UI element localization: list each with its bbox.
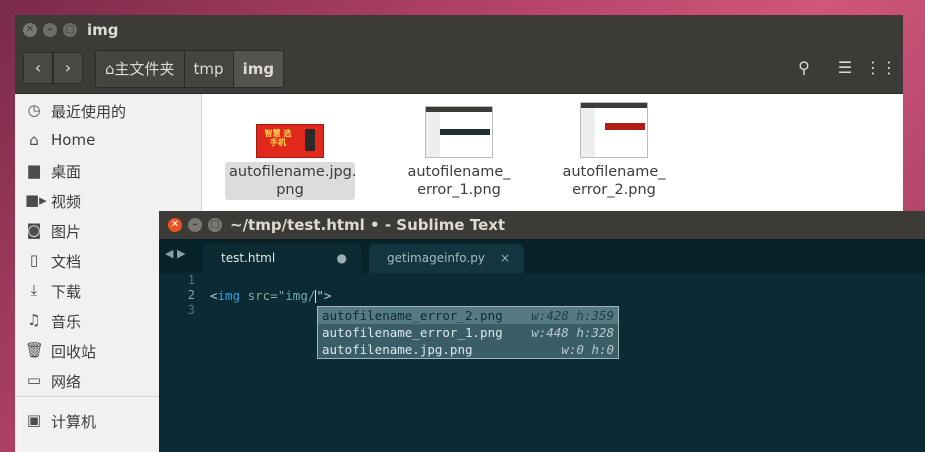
sidebar-item-home[interactable]: ⌂ Home: [15, 126, 201, 156]
breadcrumb: ⌂主文件夹 tmp img: [95, 50, 285, 88]
network-icon: ▭: [26, 371, 42, 389]
autocomplete-popup: autofilename_error_2.png w:428 h:359 aut…: [317, 306, 619, 359]
line-number: 3: [187, 303, 195, 317]
file-name: autofilename.jpg. png: [225, 162, 357, 200]
autocomplete-item[interactable]: autofilename_error_1.png w:448 h:328: [318, 324, 618, 341]
file-name: autofilename_ error_2.png: [562, 164, 666, 198]
file-thumbnail: [580, 102, 648, 158]
close-tab-icon[interactable]: ×: [500, 244, 510, 273]
list-view-icon[interactable]: ☰: [830, 52, 860, 84]
trash-icon: 🗑: [25, 341, 45, 359]
line-gutter: 1 2 3: [159, 273, 195, 452]
camera-icon: ◙: [26, 221, 42, 239]
breadcrumb-tmp[interactable]: tmp: [184, 51, 234, 87]
thumb-text: 智慧 选手机: [264, 129, 292, 147]
line-number: 2: [187, 288, 195, 302]
tab-getimageinfo-py[interactable]: getimageinfo.py ×: [369, 244, 524, 273]
video-icon: ■▸: [25, 191, 47, 209]
clock-icon: ◷: [27, 101, 41, 119]
minimize-icon[interactable]: –: [188, 218, 202, 232]
file-item[interactable]: 智慧 选手机 autofilename.jpg. png: [225, 124, 357, 200]
tab-test-html[interactable]: test.html ●: [203, 244, 361, 273]
sidebar-item-recent[interactable]: ◷ 最近使用的: [15, 96, 201, 126]
music-icon: ♫: [27, 311, 41, 329]
maximize-icon[interactable]: □: [208, 218, 222, 232]
maximize-icon[interactable]: □: [63, 23, 77, 37]
breadcrumb-home[interactable]: ⌂主文件夹: [96, 51, 185, 87]
file-item[interactable]: autofilename_ error_2.png: [549, 102, 679, 200]
sublime-titlebar: ✕ – □ ~/tmp/test.html • - Sublime Text: [159, 211, 925, 239]
breadcrumb-img[interactable]: img: [233, 51, 284, 87]
toolbar: ‹ › ⌂主文件夹 tmp img ⚲ ☰ ⋮⋮: [15, 45, 903, 94]
minimize-icon[interactable]: –: [43, 23, 57, 37]
grid-view-icon[interactable]: ⋮⋮: [865, 52, 897, 84]
home-icon: ⌂: [29, 131, 39, 149]
forward-button[interactable]: ›: [53, 52, 83, 84]
autocomplete-item[interactable]: autofilename.jpg.png w:0 h:0: [318, 341, 618, 358]
file-thumbnail: 智慧 选手机: [256, 124, 324, 158]
desktop-folder-icon: ▆: [28, 161, 40, 179]
code-line: <img src="img/">: [210, 288, 332, 303]
window-title: ~/tmp/test.html • - Sublime Text: [230, 216, 506, 234]
sublime-window: ✕ – □ ~/tmp/test.html • - Sublime Text ◀…: [159, 211, 925, 452]
tab-bar: ◀ ▶ test.html ● getimageinfo.py ×: [159, 239, 925, 273]
tab-scroll-arrows[interactable]: ◀ ▶: [165, 247, 185, 260]
home-icon: ⌂: [105, 60, 115, 78]
line-number: 1: [187, 273, 195, 287]
computer-icon: ▣: [26, 411, 42, 429]
download-icon: ⤓: [30, 281, 38, 299]
close-icon[interactable]: ✕: [23, 23, 37, 37]
search-icon[interactable]: ⚲: [789, 52, 819, 84]
autocomplete-item[interactable]: autofilename_error_2.png w:428 h:359: [318, 307, 618, 324]
document-icon: ▯: [29, 251, 39, 269]
file-thumbnail: [425, 106, 493, 158]
file-manager-titlebar: ✕ – □ img: [15, 15, 903, 45]
close-icon[interactable]: ✕: [168, 218, 182, 232]
phone-icon: [305, 129, 315, 151]
file-name: autofilename_ error_1.png: [407, 164, 511, 198]
unsaved-dot-icon[interactable]: ●: [337, 244, 347, 273]
editor-area[interactable]: <img src="img/">: [210, 273, 925, 452]
back-button[interactable]: ‹: [23, 52, 53, 84]
file-item[interactable]: autofilename_ error_1.png: [394, 106, 524, 200]
sidebar-item-desktop[interactable]: ▆ 桌面: [15, 156, 201, 186]
window-title: img: [87, 21, 119, 39]
